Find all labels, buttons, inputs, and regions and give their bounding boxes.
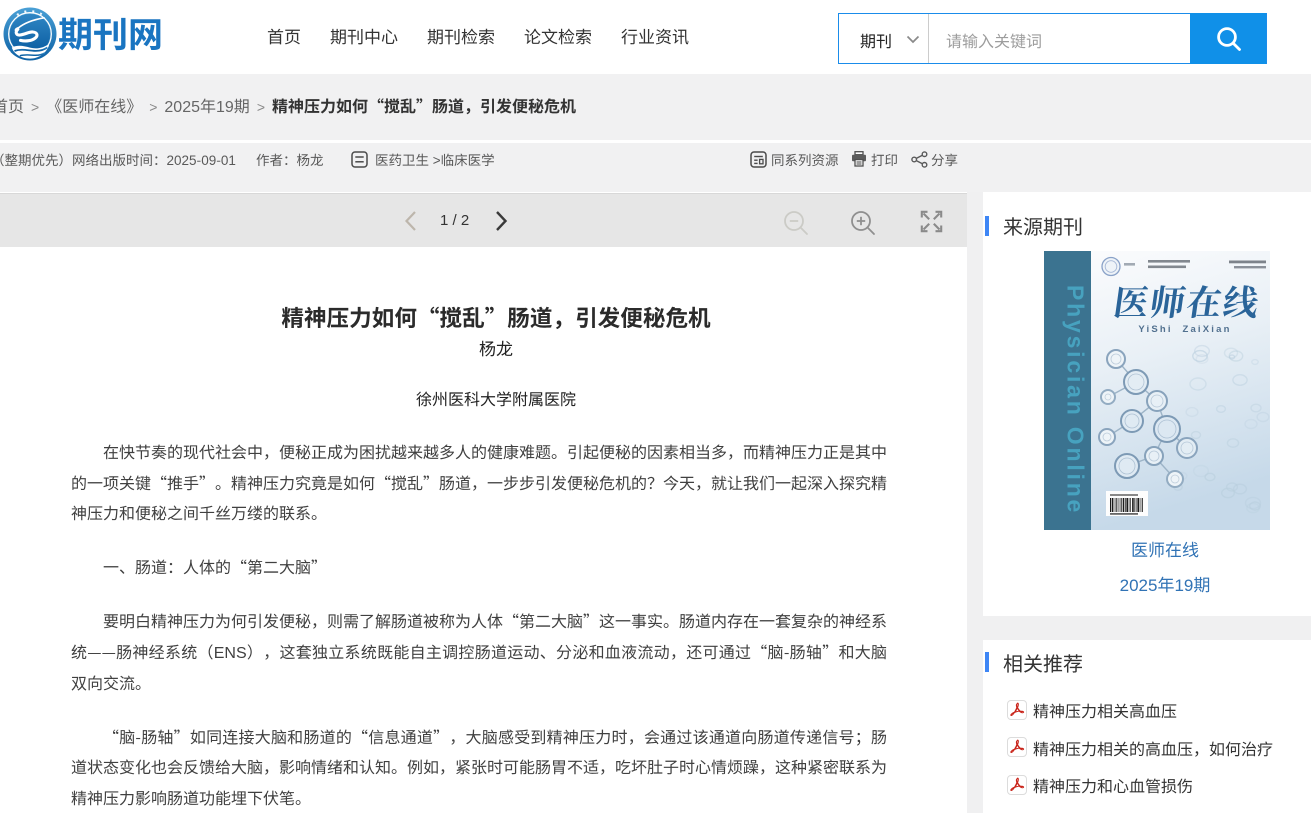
- svg-text:YiShi ZaiXian: YiShi ZaiXian: [1138, 324, 1231, 335]
- svg-text:医师在线: 医师在线: [1110, 276, 1263, 326]
- svg-text:Physician Online: Physician Online: [1063, 285, 1089, 515]
